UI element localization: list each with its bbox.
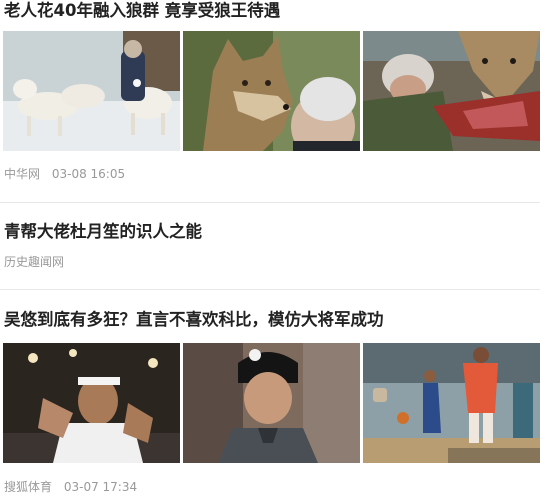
article-source: 中华网 — [4, 167, 41, 181]
list-item[interactable]: 青帮大佬杜月笙的识人之能 历史趣闻网 — [0, 221, 553, 281]
thumbnail-row[interactable] — [3, 31, 548, 151]
article-meta: 中华网 03-08 16:05 — [4, 166, 125, 182]
article-meta: 历史趣闻网 — [4, 254, 64, 270]
thumbnail-wolf-kiss[interactable] — [183, 31, 360, 151]
list-item[interactable]: 老人花40年融入狼群 竟享受狼王待遇 中华网 03-08 16:05 — [0, 0, 553, 200]
article-source: 历史趣闻网 — [4, 255, 65, 269]
news-feed: 老人花40年融入狼群 竟享受狼王待遇 中华网 03-08 16:05 青帮大佬杜… — [0, 0, 553, 496]
article-source: 搜狐体育 — [4, 480, 53, 494]
thumbnail-row[interactable] — [3, 343, 548, 463]
divider — [0, 202, 540, 203]
article-time: 03-08 16:05 — [51, 167, 126, 181]
divider — [0, 289, 540, 290]
thumbnail-beanie-interview[interactable] — [183, 343, 360, 463]
thumbnail-basketball-player[interactable] — [3, 343, 180, 463]
thumbnail-wolf-feeding[interactable] — [363, 31, 540, 151]
article-meta: 搜狐体育 03-07 17:34 — [4, 479, 137, 495]
thumbnail-wolves-snow[interactable] — [3, 31, 180, 151]
thumbnail-streetball[interactable] — [363, 343, 540, 463]
list-item[interactable]: 吴悠到底有多狂？直言不喜欢科比，模仿大将军成功 搜狐体育 03-07 17:34 — [0, 309, 553, 496]
article-title[interactable]: 青帮大佬杜月笙的识人之能 — [4, 221, 202, 243]
article-title[interactable]: 吴悠到底有多狂？直言不喜欢科比，模仿大将军成功 — [4, 309, 384, 331]
article-time: 03-07 17:34 — [63, 480, 138, 494]
article-title[interactable]: 老人花40年融入狼群 竟享受狼王待遇 — [4, 0, 280, 22]
